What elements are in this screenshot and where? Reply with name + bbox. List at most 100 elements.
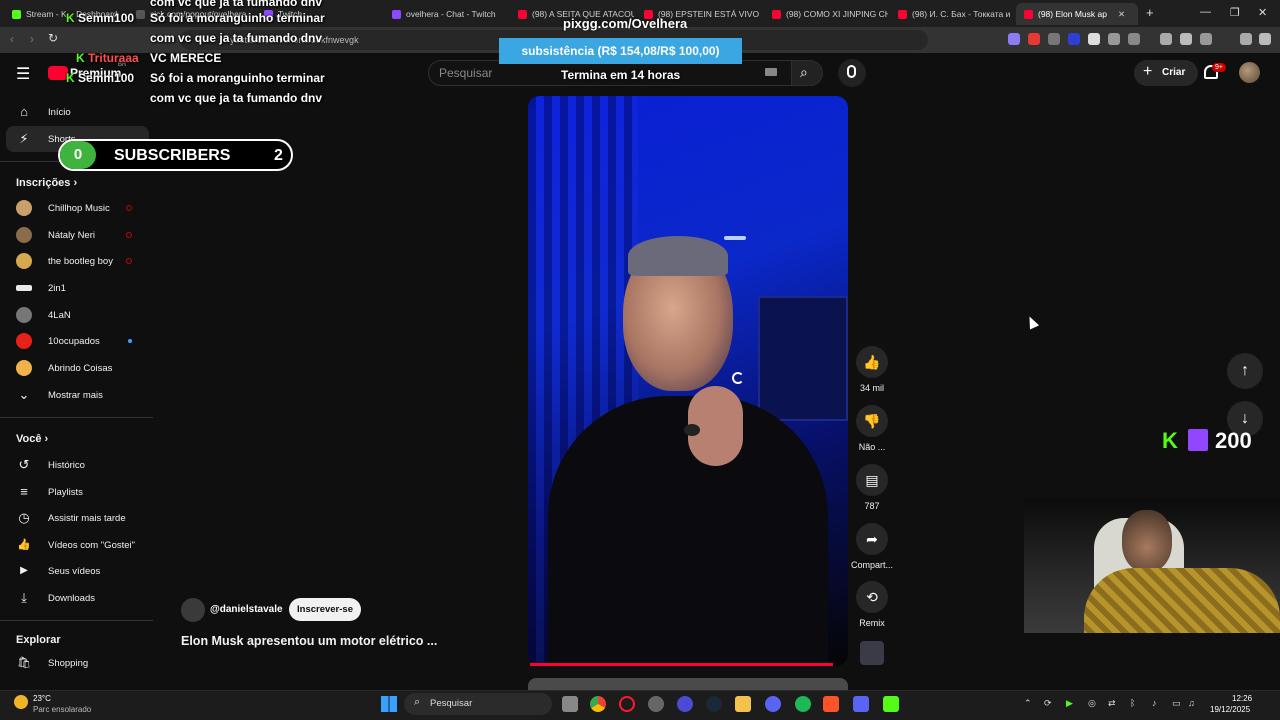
sidebar-item-watch-later[interactable]: ◷ Assistir mais tarde [0, 505, 153, 531]
music-icon[interactable] [1160, 33, 1172, 45]
steam-icon[interactable] [706, 696, 722, 712]
comments-button[interactable]: ▤ 787 [851, 464, 893, 511]
app-icon[interactable] [677, 696, 693, 712]
sidebar-item-chillhop[interactable]: Chillhop Music [0, 195, 153, 221]
voice-search-button[interactable] [838, 59, 866, 87]
brave-icon[interactable] [823, 696, 839, 712]
sidebar-item-history[interactable]: ↺ Histórico [0, 452, 153, 478]
menu-icon[interactable] [1259, 33, 1271, 45]
windows-start-icon[interactable] [381, 696, 397, 712]
sidebar-item-10ocupados[interactable]: 10ocupados [0, 328, 153, 354]
window-close-button[interactable]: ✕ [1258, 6, 1267, 19]
maximize-button[interactable]: ❐ [1230, 6, 1240, 19]
tray-icon[interactable]: ⇄ [1108, 698, 1116, 709]
keyboard-icon[interactable] [765, 68, 777, 76]
create-button[interactable]: + Criar [1134, 60, 1198, 86]
sidebar-icon[interactable] [1180, 33, 1192, 45]
wallet-icon[interactable] [1200, 33, 1212, 45]
spotify-icon[interactable] [795, 696, 811, 712]
kick-icon: K [66, 11, 75, 25]
previous-short-button[interactable]: ↑ [1227, 353, 1263, 389]
sidebar-item-2in1[interactable]: 2in1 [0, 275, 153, 301]
sidebar-item-home[interactable]: ⌂ Início [0, 99, 153, 125]
tray-icon[interactable]: ▶ [1066, 698, 1073, 709]
remix-button[interactable]: ⟲ Remix [851, 581, 893, 628]
extension-icon[interactable] [1128, 33, 1140, 45]
share-button[interactable]: ➦ Compart... [851, 523, 893, 570]
discord-icon[interactable] [853, 696, 869, 712]
forward-icon[interactable]: › [30, 32, 34, 46]
sidebar-item-playlists[interactable]: ≡ Playlists [0, 479, 153, 505]
extension-icon[interactable] [1068, 33, 1080, 45]
hamburger-menu-icon[interactable]: ☰ [16, 64, 30, 84]
extension-icon[interactable] [1028, 33, 1040, 45]
short-title[interactable]: Elon Musk apresentou um motor elétrico .… [181, 634, 437, 648]
sidebar-item-shopping[interactable]: 🛍 Shopping [0, 650, 153, 676]
taskbar-search[interactable]: ⌕ Pesquisar [404, 693, 552, 715]
weather-icon[interactable] [14, 695, 28, 709]
youtube-logo[interactable] [48, 66, 68, 80]
tab-youtube-active[interactable]: (98) Elon Musk ap ✕ [1016, 3, 1138, 25]
app-icon[interactable] [765, 696, 781, 712]
volume-icon[interactable]: ♫ [1188, 698, 1195, 708]
subscribe-button[interactable]: Inscrever-se [289, 598, 361, 621]
twitch-icon [392, 9, 401, 19]
sound-thumbnail[interactable] [860, 641, 884, 665]
search-button[interactable]: ⌕ [791, 60, 823, 86]
sidebar-item-4lan[interactable]: 4LaN [0, 302, 153, 328]
you-heading[interactable]: Você › [16, 433, 48, 445]
network-icon[interactable]: ▭ [1172, 698, 1181, 709]
app-icon[interactable] [883, 696, 899, 712]
channel-avatar[interactable] [181, 598, 205, 622]
task-view-icon[interactable] [562, 696, 578, 712]
avatar [16, 253, 32, 269]
opera-icon[interactable] [619, 696, 635, 712]
weather-desc: Parc ensolarado [33, 705, 92, 714]
chat-line-partial: com vc que ja ta fumando dnv [150, 0, 323, 9]
tray-icon[interactable]: ◎ [1088, 698, 1096, 709]
liked-icon: 👍 [17, 539, 31, 551]
extension-icon[interactable] [1088, 33, 1100, 45]
tab-twitch-chat[interactable]: ovelhera - Chat - Twitch [384, 3, 508, 25]
chrome-icon[interactable] [590, 696, 606, 712]
like-button[interactable]: 👍 34 mil [851, 346, 893, 393]
mic-icon[interactable]: ♪ [1152, 698, 1157, 708]
chat-username: K Trituraaa [76, 51, 139, 65]
puzzle-icon[interactable] [1108, 33, 1120, 45]
short-video-player[interactable] [528, 96, 848, 666]
clock-date[interactable]: 19/12/2025 [1210, 705, 1250, 714]
sidebar-item-bootleg[interactable]: the bootleg boy [0, 248, 153, 274]
show-more-button[interactable]: ⌄ Mostrar mais [0, 382, 153, 408]
plus-icon: + [1143, 63, 1153, 80]
back-icon[interactable]: ‹ [10, 32, 14, 46]
sidebar-item-abrindo-coisas[interactable]: Abrindo Coisas [0, 355, 153, 381]
tab-youtube-4[interactable]: (98) И. С. Бах - Токката и [890, 3, 1014, 25]
dislike-button[interactable]: 👎 Não ... [851, 405, 893, 452]
next-short-preview[interactable] [528, 678, 848, 690]
divider [0, 417, 153, 418]
close-icon[interactable]: ✕ [1118, 9, 1125, 20]
clock-time[interactable]: 12:26 [1232, 694, 1252, 703]
avatar[interactable] [1239, 62, 1260, 83]
home-icon: ⌂ [20, 104, 28, 119]
subscriptions-heading[interactable]: Inscrições › [16, 177, 77, 189]
tray-icon[interactable]: ⟳ [1044, 698, 1052, 709]
sidebar-item-liked[interactable]: 👍 Vídeos com "Gostei" [0, 532, 153, 558]
video-progress-bar[interactable] [530, 663, 833, 666]
reload-icon[interactable]: ↻ [48, 31, 58, 45]
explore-heading: Explorar [16, 634, 61, 646]
tab-youtube-3[interactable]: (98) COMO XI JINPING CH [764, 3, 888, 25]
app-icon[interactable] [648, 696, 664, 712]
file-explorer-icon[interactable] [735, 696, 751, 712]
sidebar-item-downloads[interactable]: ⤓ Downloads [0, 585, 153, 611]
shield-icon[interactable] [1240, 33, 1252, 45]
bluetooth-icon[interactable]: ᛒ [1130, 698, 1135, 708]
sidebar-item-nataly[interactable]: Nátaly Neri [0, 222, 153, 248]
sidebar-item-your-videos[interactable]: ▶ Seus vídeos [0, 558, 153, 584]
chevron-up-icon[interactable]: ⌃ [1024, 698, 1032, 709]
channel-name[interactable]: @danielstavale [210, 604, 283, 615]
extension-icon[interactable] [1048, 33, 1060, 45]
new-tab-button[interactable]: + [1146, 5, 1154, 20]
extension-icon[interactable] [1008, 33, 1020, 45]
minimize-button[interactable]: — [1200, 6, 1211, 18]
